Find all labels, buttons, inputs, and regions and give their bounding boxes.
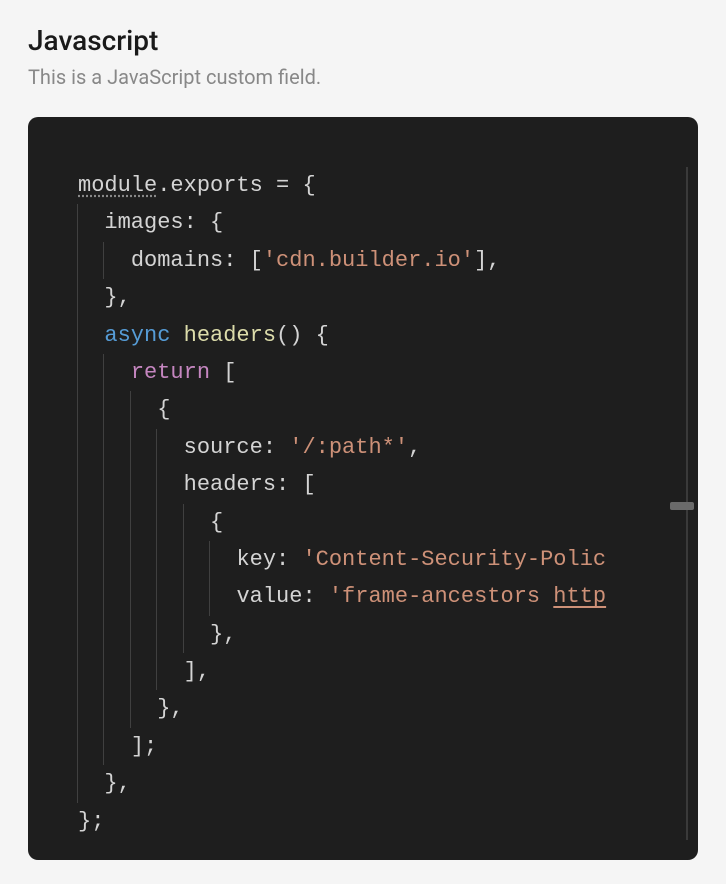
token-colon: : — [263, 435, 289, 460]
code-editor[interactable]: module.exports = { images: { domains: ['… — [28, 117, 698, 860]
token-dot: . — [157, 173, 170, 198]
token-colon: : — [276, 472, 302, 497]
token-http: http — [553, 584, 606, 609]
token-string: '/:path*' — [289, 435, 408, 460]
token-domains: domains — [131, 248, 223, 273]
token-colon: : — [223, 248, 249, 273]
code-line: async headers() { — [78, 317, 698, 354]
token-colon: : — [184, 210, 210, 235]
token-exports: exports — [170, 173, 262, 198]
code-line: }, — [78, 279, 698, 316]
token-value: value — [236, 584, 302, 609]
token-lbracket: [ — [302, 472, 315, 497]
token-lbracket: [ — [250, 248, 263, 273]
code-line: source: '/:path*', — [78, 429, 698, 466]
token-lbrace: { — [210, 510, 223, 535]
token-comma: , — [223, 622, 236, 647]
token-lbrace: { — [210, 210, 223, 235]
header: Javascript This is a JavaScript custom f… — [28, 24, 698, 89]
token-lbracket: [ — [223, 360, 236, 385]
token-string: 'frame-ancestors — [329, 584, 553, 609]
token-headers-prop: headers — [184, 472, 276, 497]
code-line: { — [78, 391, 698, 428]
token-rbrace: } — [210, 622, 223, 647]
minimap-scrollbar[interactable] — [674, 167, 688, 840]
code-line: }, — [78, 690, 698, 727]
code-line: module.exports = { — [78, 167, 698, 204]
code-line: }; — [78, 803, 698, 840]
token-rbrace: } — [157, 696, 170, 721]
token-lbrace: { — [157, 397, 170, 422]
token-string: 'cdn.builder.io' — [263, 248, 474, 273]
scrollbar-handle[interactable] — [670, 502, 694, 510]
token-colon: : — [276, 547, 302, 572]
token-colon: : — [302, 584, 328, 609]
token-semi: ; — [91, 809, 104, 834]
token-parens: () — [276, 323, 302, 348]
token-source: source — [184, 435, 263, 460]
token-comma: , — [487, 248, 500, 273]
token-rbracket: ] — [131, 734, 144, 759]
token-async: async — [104, 323, 170, 348]
code-line: }, — [78, 765, 698, 802]
code-line: return [ — [78, 354, 698, 391]
token-comma: , — [170, 696, 183, 721]
code-line: { — [78, 504, 698, 541]
token-eq: = — [263, 173, 303, 198]
token-rbracket: ] — [184, 659, 197, 684]
code-line: images: { — [78, 204, 698, 241]
code-line: domains: ['cdn.builder.io'], — [78, 242, 698, 279]
page-subtitle: This is a JavaScript custom field. — [28, 65, 698, 89]
token-headers-fn: headers — [184, 323, 276, 348]
code-line: headers: [ — [78, 466, 698, 503]
token-rbrace: } — [78, 809, 91, 834]
token-comma: , — [118, 771, 131, 796]
code-line: ]; — [78, 728, 698, 765]
token-rbracket: ] — [474, 248, 487, 273]
token-comma: , — [197, 659, 210, 684]
code-line: value: 'frame-ancestors http — [78, 578, 698, 615]
token-lbrace: { — [302, 173, 315, 198]
token-lbrace: { — [316, 323, 329, 348]
code-line: ], — [78, 653, 698, 690]
token-module: module — [78, 173, 157, 198]
code-line: key: 'Content-Security-Polic — [78, 541, 698, 578]
token-comma: , — [408, 435, 421, 460]
token-comma: , — [118, 285, 131, 310]
token-string: 'Content-Security-Polic — [302, 547, 606, 572]
token-return: return — [131, 360, 210, 385]
token-rbrace: } — [104, 285, 117, 310]
token-key: key — [236, 547, 276, 572]
page-title: Javascript — [28, 24, 698, 57]
code-line: }, — [78, 616, 698, 653]
token-semi: ; — [144, 734, 157, 759]
token-rbrace: } — [104, 771, 117, 796]
token-images: images — [104, 210, 183, 235]
